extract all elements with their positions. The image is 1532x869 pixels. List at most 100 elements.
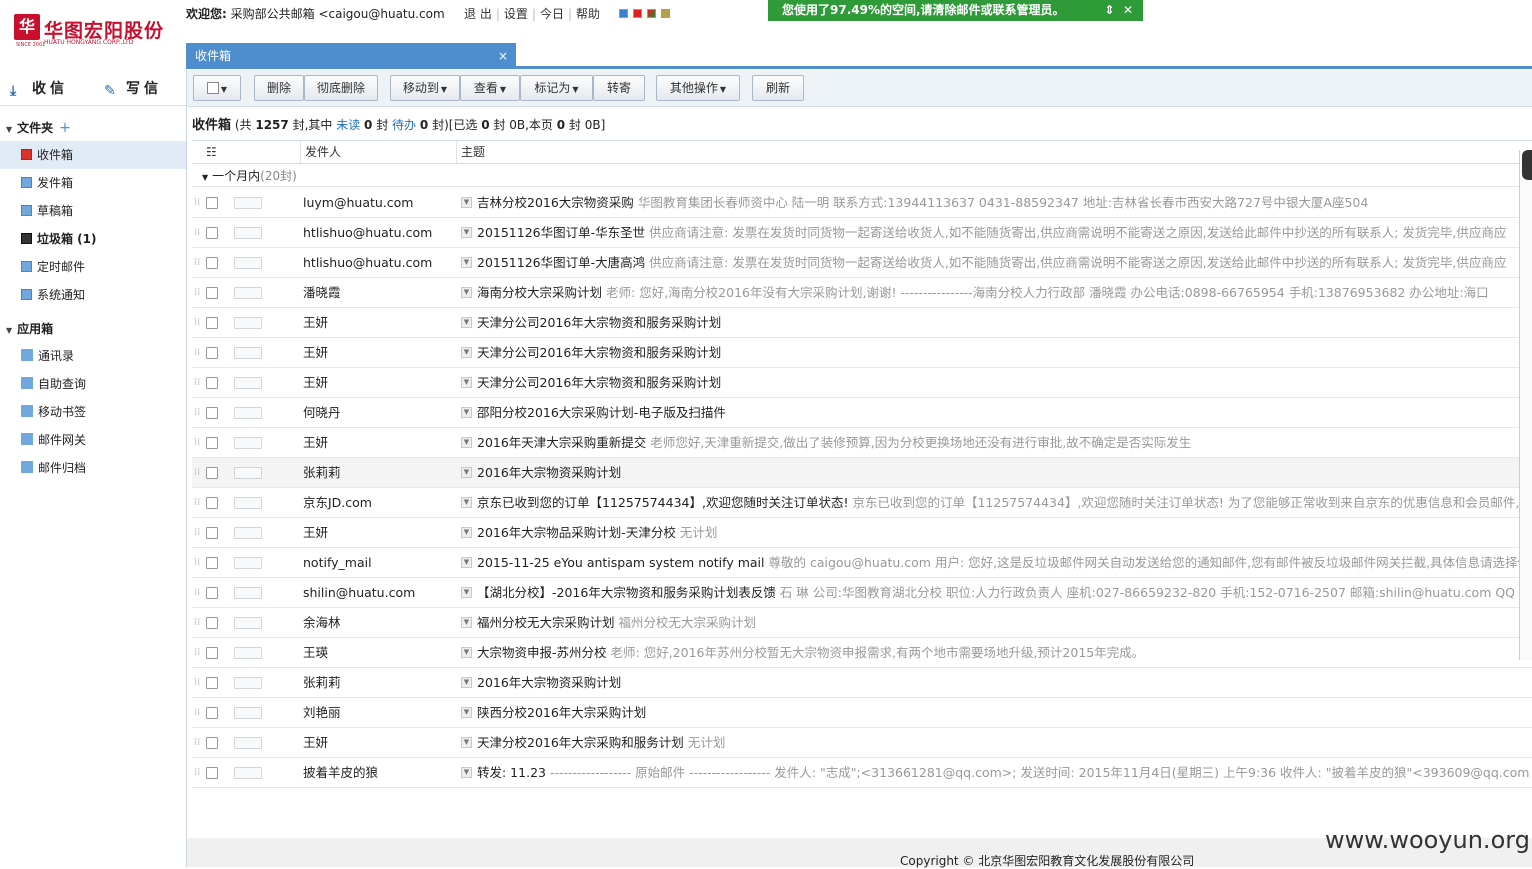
sidebar-item-inbox[interactable]: 收件箱 (0, 141, 186, 169)
expand-icon[interactable]: ▼ (461, 197, 472, 208)
drag-handle-icon[interactable]: ⁞⁞ (194, 428, 200, 457)
subject-cell[interactable]: 天津分公司2016年大宗物资和服务采购计划 (477, 338, 725, 367)
sender[interactable]: 王妍 (303, 368, 328, 397)
row-checkbox[interactable] (206, 587, 218, 599)
sidebar-item-notices[interactable]: 系统通知 (0, 281, 186, 309)
table-row[interactable]: ⁞⁞ 何晓丹 ▼ 邵阳分校2016大宗采购计划-电子版及扫描件 (192, 398, 1532, 428)
sidebar-item-contacts[interactable]: 通讯录 (0, 342, 186, 370)
view-button[interactable]: 查看 ▼ (460, 75, 520, 101)
subject-cell[interactable]: 邵阳分校2016大宗采购计划-电子版及扫描件 (477, 398, 730, 427)
row-checkbox[interactable] (206, 437, 218, 449)
row-checkbox[interactable] (206, 377, 218, 389)
sender[interactable]: 余海林 (303, 608, 341, 637)
close-icon[interactable]: ✕ (1123, 3, 1133, 17)
mark-as-button[interactable]: 标记为 ▼ (520, 75, 593, 101)
expand-icon[interactable]: ▼ (461, 287, 472, 298)
sender[interactable]: 王瑛 (303, 638, 328, 667)
table-row[interactable]: ⁞⁞ 王妍 ▼ 2016年大宗物品采购计划-天津分校 无计划 (192, 518, 1532, 548)
table-row[interactable]: ⁞⁞ 王妍 ▼ 天津分公司2016年大宗物资和服务采购计划 (192, 308, 1532, 338)
skin-olive-icon[interactable] (661, 9, 670, 18)
drag-handle-icon[interactable]: ⁞⁞ (194, 488, 200, 517)
row-checkbox[interactable] (206, 527, 218, 539)
sender[interactable]: 王妍 (303, 338, 328, 367)
column-settings-icon[interactable]: ☷ (192, 141, 300, 163)
drag-handle-icon[interactable]: ⁞⁞ (194, 758, 200, 787)
expand-icon[interactable]: ▼ (461, 347, 472, 358)
compose-button[interactable]: ✎ 写信 (104, 78, 162, 99)
subject-cell[interactable]: 2015-11-25 eYou antispam system notify m… (477, 548, 1530, 577)
tab-close-icon[interactable]: × (498, 43, 508, 69)
row-checkbox[interactable] (206, 557, 218, 569)
more-actions-button[interactable]: 其他操作 ▼ (656, 75, 740, 101)
receive-button[interactable]: ⤓ 收信 (10, 78, 68, 99)
row-checkbox[interactable] (206, 257, 218, 269)
drag-handle-icon[interactable]: ⁞⁞ (194, 638, 200, 667)
sender[interactable]: 刘艳丽 (303, 698, 341, 727)
sender[interactable]: 王妍 (303, 518, 328, 547)
table-row[interactable]: ⁞⁞ 王妍 ▼ 2016年天津大宗采购重新提交 老师您好,天津重新提交,做出了装修预算,… (192, 428, 1532, 458)
expand-icon[interactable]: ▼ (461, 527, 472, 538)
sender[interactable]: 潘晓霞 (303, 278, 341, 307)
skin-red-icon[interactable] (633, 9, 642, 18)
sender[interactable]: shilin@huatu.com (303, 578, 415, 607)
subject-cell[interactable]: 陕西分校2016年大宗采购计划 (477, 698, 650, 727)
settings-link[interactable]: 设置 (500, 7, 532, 21)
subject-cell[interactable]: 京东已收到您的订单【11257574434】,欢迎您随时关注订单状态! 京东已收到… (477, 488, 1519, 517)
subject-cell[interactable]: 吉林分校2016大宗物资采购 华图教育集团长春师资中心 陆一明 联系方式:1394… (477, 188, 1368, 217)
subject-cell[interactable]: 大宗物资申报-苏州分校 老师: 您好,2016年苏州分校暂无大宗物资申报需求,有两… (477, 638, 1144, 667)
expand-icon[interactable]: ▼ (461, 737, 472, 748)
subject-cell[interactable]: 天津分校2016年大宗采购和服务计划 无计划 (477, 728, 725, 757)
drag-handle-icon[interactable]: ⁞⁞ (194, 278, 200, 307)
expand-icon[interactable]: ▼ (461, 317, 472, 328)
row-checkbox[interactable] (206, 617, 218, 629)
row-checkbox[interactable] (206, 647, 218, 659)
table-row[interactable]: ⁞⁞ htlishuo@huatu.com ▼ 20151126华图订单-大唐高鸿 供应… (192, 248, 1532, 278)
expand-icon[interactable]: ▼ (461, 467, 472, 478)
row-checkbox[interactable] (206, 227, 218, 239)
sender[interactable]: 披着羊皮的狼 (303, 758, 378, 787)
table-row[interactable]: ⁞⁞ 余海林 ▼ 福州分校无大宗采购计划 福州分校无大宗采购计划 (192, 608, 1532, 638)
subject-cell[interactable]: 20151126华图订单-大唐高鸿 供应商请注意: 发票在发货时同货物一起寄送给收… (477, 248, 1506, 277)
drag-handle-icon[interactable]: ⁞⁞ (194, 188, 200, 217)
drag-handle-icon[interactable]: ⁞⁞ (194, 308, 200, 337)
row-checkbox[interactable] (206, 707, 218, 719)
today-link[interactable]: 今日 (536, 7, 568, 21)
expand-icon[interactable]: ▼ (461, 257, 472, 268)
table-row[interactable]: ⁞⁞ 京东JD.com ▼ 京东已收到您的订单【11257574434】,欢迎您随时关… (192, 488, 1532, 518)
table-row[interactable]: ⁞⁞ 披着羊皮的狼 ▼ 转发: 11.23 ------------------ 原始邮… (192, 758, 1532, 788)
drag-handle-icon[interactable]: ⁞⁞ (194, 698, 200, 727)
drag-handle-icon[interactable]: ⁞⁞ (194, 608, 200, 637)
sender[interactable]: 张莉莉 (303, 668, 341, 697)
drag-handle-icon[interactable]: ⁞⁞ (194, 518, 200, 547)
sender[interactable]: notify_mail (303, 548, 372, 577)
row-checkbox[interactable] (206, 197, 218, 209)
sender[interactable]: 王妍 (303, 428, 328, 457)
sender[interactable]: 张莉莉 (303, 458, 341, 487)
sidebar-item-trash[interactable]: 垃圾箱 (1) (0, 225, 186, 253)
folders-section[interactable]: ▼ 文件夹 + (6, 119, 71, 136)
sidebar-item-self-query[interactable]: 自助查询 (0, 370, 186, 398)
table-row[interactable]: ⁞⁞ 王妍 ▼ 天津分公司2016年大宗物资和服务采购计划 (192, 368, 1532, 398)
help-link[interactable]: 帮助 (572, 7, 604, 21)
sender[interactable]: 何晓丹 (303, 398, 341, 427)
sidebar-item-archive[interactable]: 邮件归档 (0, 454, 186, 482)
drag-handle-icon[interactable]: ⁞⁞ (194, 398, 200, 427)
skin-blue-icon[interactable] (619, 9, 628, 18)
table-row[interactable]: ⁞⁞ 张莉莉 ▼ 2016年大宗物资采购计划 (192, 668, 1532, 698)
drag-handle-icon[interactable]: ⁞⁞ (194, 728, 200, 757)
purge-button[interactable]: 彻底删除 (304, 75, 378, 101)
todo-link[interactable]: 待办 (392, 118, 416, 132)
row-checkbox[interactable] (206, 347, 218, 359)
tab-inbox[interactable]: 收件箱 × (186, 43, 516, 69)
drag-handle-icon[interactable]: ⁞⁞ (194, 668, 200, 697)
expand-icon[interactable]: ▼ (461, 647, 472, 658)
row-checkbox[interactable] (206, 287, 218, 299)
sender[interactable]: htlishuo@huatu.com (303, 218, 432, 247)
table-row[interactable]: ⁞⁞ 王妍 ▼ 天津分公司2016年大宗物资和服务采购计划 (192, 338, 1532, 368)
expand-icon[interactable]: ▼ (461, 617, 472, 628)
table-row[interactable]: ⁞⁞ 刘艳丽 ▼ 陕西分校2016年大宗采购计划 (192, 698, 1532, 728)
table-row[interactable]: ⁞⁞ 潘晓霞 ▼ 海南分校大宗采购计划 老师: 您好,海南分校2016年没有大宗采购计划… (192, 278, 1532, 308)
sender[interactable]: 王妍 (303, 308, 328, 337)
subject-cell[interactable]: 20151126华图订单-华东圣世 供应商请注意: 发票在发货时同货物一起寄送给收… (477, 218, 1506, 247)
row-checkbox[interactable] (206, 767, 218, 779)
